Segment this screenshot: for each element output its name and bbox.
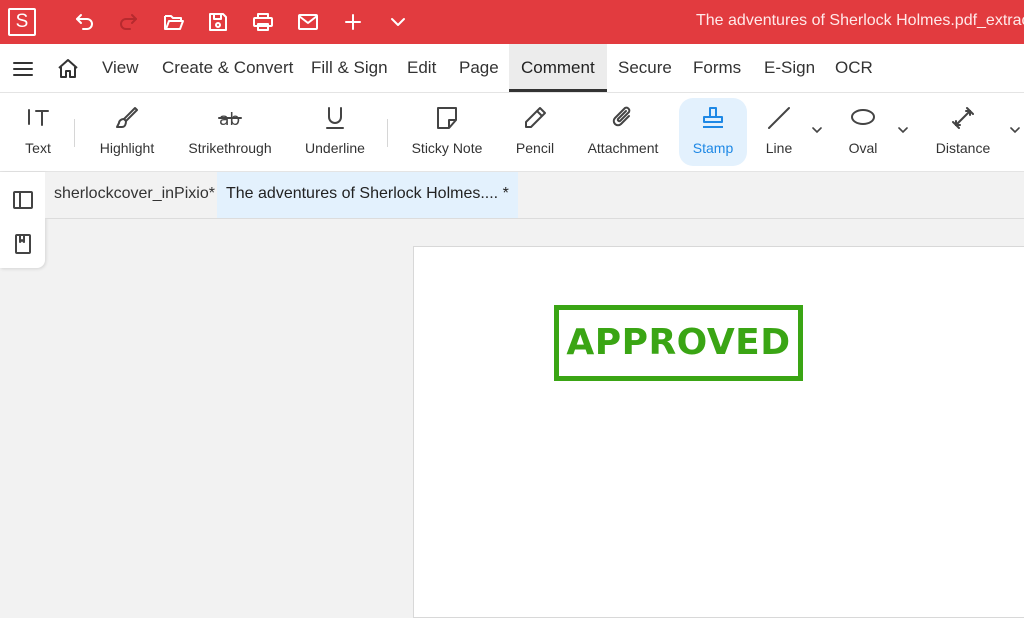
highlighter-icon [113,104,141,132]
stamp-icon [699,104,727,132]
open-folder-icon[interactable] [162,10,186,34]
stamp-label: Stamp [692,140,734,156]
approved-stamp[interactable]: APPROVED [554,305,803,381]
bookmark-icon[interactable] [11,232,35,256]
highlight-label: Highlight [99,140,155,156]
distance-dropdown-chevron-icon[interactable] [1008,123,1022,137]
strikethrough-tool-button[interactable]: ab Strikethrough [183,98,277,166]
svg-text:ab: ab [219,110,240,130]
home-icon[interactable] [56,57,80,81]
title-bar: S The adventures of Sherlock Holmes.pdf_… [0,0,1024,44]
sticky-note-tool-button[interactable]: Sticky Note [406,98,488,166]
oval-icon [849,104,877,132]
print-icon[interactable] [251,10,275,34]
separator [387,119,388,147]
underline-icon [321,104,349,132]
side-rail [0,172,45,268]
strikethrough-icon: ab [216,104,244,132]
line-tool-button[interactable]: Line [757,98,801,166]
highlight-tool-button[interactable]: Highlight [91,98,163,166]
app-logo[interactable]: S [8,8,36,36]
document-page[interactable]: APPROVED [413,246,1024,618]
document-title: The adventures of Sherlock Holmes.pdf_ex… [696,12,1024,29]
menu-create-convert[interactable]: Create & Convert [162,44,293,92]
underline-tool-button[interactable]: Underline [300,98,370,166]
menu-esign[interactable]: E-Sign [764,44,815,92]
attachment-label: Attachment [587,140,659,156]
oval-dropdown-chevron-icon[interactable] [896,123,910,137]
hamburger-menu-icon[interactable] [11,57,35,81]
separator [74,119,75,147]
plus-icon[interactable] [341,10,365,34]
line-label: Line [765,140,793,156]
text-tool-button[interactable]: Text [14,98,62,166]
stamp-tool-button[interactable]: Stamp [679,98,747,166]
distance-label: Distance [935,140,991,156]
email-icon[interactable] [296,10,320,34]
tab-sherlockcover[interactable]: sherlockcover_inPixio* [45,172,224,218]
menu-bar: View Create & Convert Fill & Sign Edit P… [0,44,1024,93]
menu-fill-sign[interactable]: Fill & Sign [311,44,388,92]
distance-tool-button[interactable]: Distance [930,98,996,166]
menu-comment[interactable]: Comment [509,44,607,92]
menu-forms[interactable]: Forms [693,44,741,92]
oval-label: Oval [848,140,878,156]
paperclip-icon [609,104,637,132]
menu-edit[interactable]: Edit [407,44,436,92]
chevron-down-icon[interactable] [386,10,410,34]
attachment-tool-button[interactable]: Attachment [581,98,665,166]
text-tool-icon [24,104,52,132]
pencil-icon [521,104,549,132]
comment-tool-ribbon: Text Highlight ab Strikethrough Underlin… [0,93,1024,172]
save-icon[interactable] [206,10,230,34]
distance-measure-icon [949,104,977,132]
pencil-label: Pencil [515,140,555,156]
menu-ocr[interactable]: OCR [835,44,873,92]
pencil-tool-button[interactable]: Pencil [509,98,561,166]
menu-secure[interactable]: Secure [618,44,672,92]
strikethrough-label: Strikethrough [188,140,272,156]
undo-icon[interactable] [72,10,96,34]
line-dropdown-chevron-icon[interactable] [810,123,824,137]
line-icon [765,104,793,132]
sticky-note-icon [433,104,461,132]
sidebar-panel-icon[interactable] [11,188,35,212]
tab-sherlock-holmes[interactable]: The adventures of Sherlock Holmes.... * [217,172,518,218]
oval-tool-button[interactable]: Oval [841,98,885,166]
menu-view[interactable]: View [102,44,139,92]
sticky-note-label: Sticky Note [411,140,483,156]
document-tabs: sherlockcover_inPixio* The adventures of… [45,172,1024,219]
redo-icon[interactable] [117,10,141,34]
underline-label: Underline [305,140,365,156]
menu-page[interactable]: Page [459,44,499,92]
text-tool-label: Text [25,140,51,156]
